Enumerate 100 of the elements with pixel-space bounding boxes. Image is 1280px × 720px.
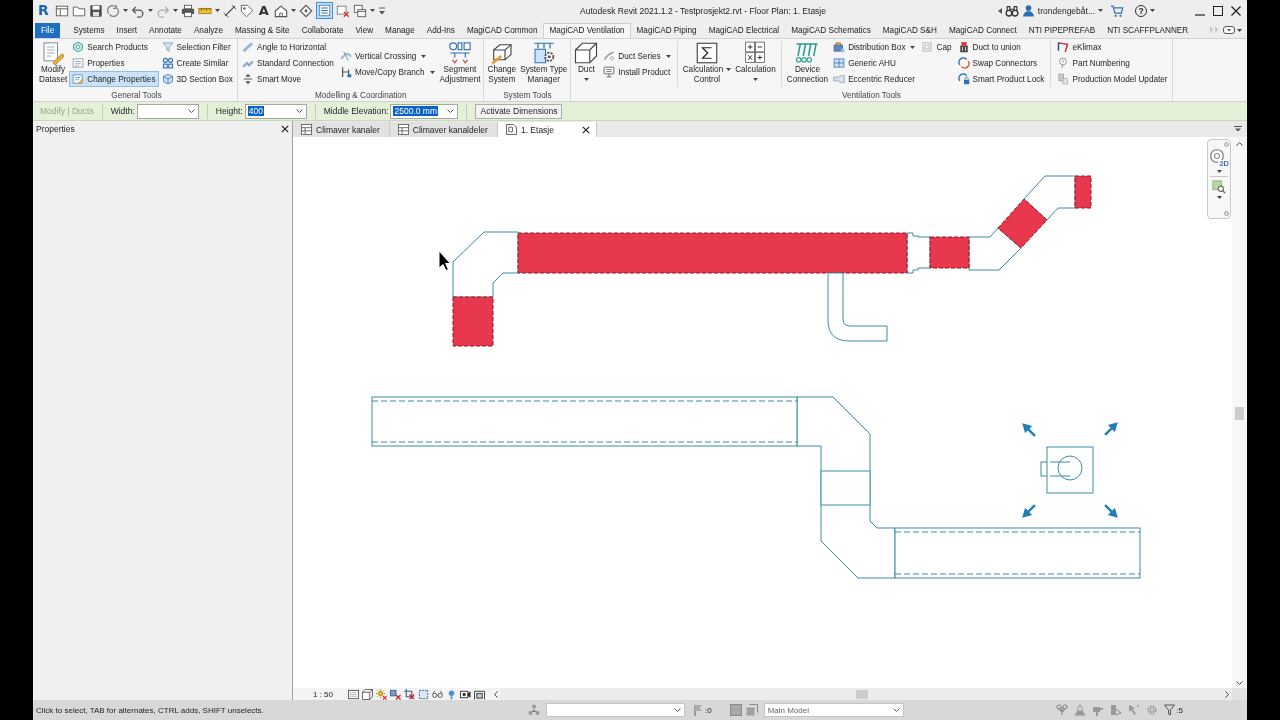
scroll-right-icon[interactable] bbox=[1225, 690, 1229, 698]
caret-icon[interactable] bbox=[1237, 29, 1242, 32]
ribbon-tab[interactable]: Analyze bbox=[187, 23, 229, 38]
user-name[interactable]: trondengebåt... bbox=[1037, 5, 1095, 16]
glasses-icon[interactable] bbox=[432, 688, 443, 700]
funnel-icon[interactable] bbox=[1164, 704, 1176, 716]
ribbon-button[interactable]: Calculation bbox=[733, 39, 778, 81]
dimension-icon[interactable] bbox=[222, 3, 237, 18]
scroll-down-icon[interactable] bbox=[1236, 681, 1243, 685]
ribbon-tab[interactable]: Collaborate bbox=[295, 23, 350, 38]
ribbon-tab[interactable]: MagiCAD Connect bbox=[942, 23, 1023, 38]
ribbon-button[interactable]: Modify Dataset bbox=[37, 39, 70, 85]
ribbon-button[interactable]: Standard Connection bbox=[238, 55, 337, 71]
ribbon-button[interactable]: eKlimax bbox=[1054, 39, 1171, 55]
ribbon-tab[interactable]: Annotate bbox=[143, 23, 188, 38]
caret-icon[interactable] bbox=[1098, 9, 1103, 12]
caret-icon[interactable] bbox=[369, 9, 375, 12]
ribbon-tab[interactable]: Manage bbox=[379, 23, 421, 38]
ribbon-button[interactable]: Vertical Crossing bbox=[336, 48, 438, 64]
ribbon-button[interactable]: Production Model Updater bbox=[1054, 71, 1171, 87]
close-icon[interactable] bbox=[1231, 5, 1241, 16]
ribbon-tab[interactable]: NTI SCAFFPLANNER bbox=[1101, 23, 1195, 38]
caret-icon[interactable] bbox=[214, 9, 220, 12]
ribbon-button[interactable]: Change System bbox=[485, 39, 519, 85]
ribbon-button[interactable]: Cap bbox=[918, 39, 955, 55]
zoom-icon[interactable] bbox=[1212, 180, 1226, 194]
panel-toggle-icon[interactable] bbox=[1223, 26, 1235, 34]
ribbon-button[interactable]: Generic AHU bbox=[830, 55, 919, 71]
model-dropdown[interactable]: Main Model bbox=[763, 703, 904, 717]
ribbon-button[interactable]: Install Product bbox=[600, 64, 674, 80]
ribbon-button[interactable]: Device Connection bbox=[784, 39, 831, 85]
ribbon-button[interactable]: Eccentric Reducer bbox=[830, 71, 919, 87]
ribbon-button[interactable]: Duct bbox=[572, 39, 601, 81]
arrow-icon[interactable] bbox=[1022, 423, 1036, 437]
scroll-up-icon[interactable] bbox=[1236, 142, 1243, 146]
ribbon-tab[interactable]: Insert bbox=[110, 23, 144, 38]
tab-menu-icon[interactable] bbox=[1234, 126, 1242, 132]
ribbon-button[interactable]: Distribution Box bbox=[830, 39, 919, 55]
document-tab[interactable]: Climaver kanaler bbox=[293, 122, 390, 137]
sun-icon[interactable] bbox=[376, 688, 387, 700]
ribbon-button[interactable]: Smart Move bbox=[238, 71, 337, 87]
text-tool-button[interactable]: A bbox=[256, 3, 271, 18]
ribbon-button[interactable]: Properties bbox=[69, 55, 159, 71]
activate-dimensions-button[interactable]: Activate Dimensions bbox=[475, 103, 563, 119]
maximize-icon[interactable] bbox=[1213, 5, 1223, 16]
ribbon-tab[interactable]: NTI PIPEPREFAB bbox=[1022, 23, 1102, 38]
house-icon[interactable] bbox=[273, 3, 288, 18]
ribbon-tab[interactable]: Massing & Site bbox=[229, 23, 296, 38]
ribbon-tab[interactable]: MagiCAD S&H bbox=[876, 23, 943, 38]
caret-icon[interactable] bbox=[1216, 196, 1222, 199]
ribbon-button[interactable]: Smart Product Lock bbox=[954, 71, 1048, 87]
ribbon-button[interactable]: Move/Copy Branch bbox=[336, 64, 438, 80]
print-icon[interactable] bbox=[180, 3, 195, 18]
caret-icon[interactable] bbox=[1216, 170, 1222, 173]
left-caret-icon[interactable] bbox=[997, 7, 1002, 14]
windows-icon[interactable] bbox=[352, 3, 367, 18]
binoculars-icon[interactable] bbox=[1004, 3, 1019, 18]
ribbon-button[interactable]: Search Products bbox=[69, 39, 159, 55]
ribbon-button[interactable]: Create Similar bbox=[158, 55, 236, 71]
save-icon[interactable] bbox=[88, 3, 103, 18]
horizontal-scrollbar[interactable] bbox=[500, 688, 1232, 700]
caret-icon[interactable] bbox=[147, 9, 153, 12]
constraints-icon[interactable] bbox=[474, 688, 485, 700]
ribbon-tab[interactable]: Systems bbox=[67, 23, 111, 38]
close-icon[interactable] bbox=[582, 125, 590, 134]
chevron-left-icon[interactable] bbox=[494, 690, 498, 698]
ribbon-button[interactable]: Segment Adjustment bbox=[437, 39, 483, 85]
document-tab[interactable]: 1. Etasje bbox=[497, 122, 597, 137]
vertical-scrollbar[interactable] bbox=[1232, 137, 1247, 688]
ribbon-button[interactable]: Change Properties bbox=[69, 71, 159, 87]
app-logo[interactable]: R bbox=[38, 3, 49, 18]
dropdown-field[interactable]: 400 bbox=[244, 103, 307, 119]
ribbon-tab[interactable]: View bbox=[349, 23, 380, 38]
ribbon-tab[interactable]: MagiCAD Common bbox=[460, 23, 544, 38]
ribbon-button[interactable]: Angle to Horizontal bbox=[238, 39, 337, 55]
crop-region-icon[interactable] bbox=[418, 688, 429, 700]
arrow-icon[interactable] bbox=[1022, 504, 1036, 518]
close-icon[interactable] bbox=[281, 125, 289, 133]
caret-icon[interactable] bbox=[1150, 9, 1155, 12]
arrow-icon[interactable] bbox=[1104, 422, 1118, 436]
close-windows-icon[interactable] bbox=[335, 3, 350, 18]
window-icon[interactable] bbox=[54, 3, 69, 18]
ribbon-button[interactable]: Part Numbering bbox=[1054, 55, 1171, 71]
scrollbar-thumb[interactable] bbox=[1235, 407, 1244, 420]
ribbon-button[interactable]: Calculation Control bbox=[680, 39, 734, 85]
ribbon-button[interactable]: Duct Series bbox=[600, 48, 674, 64]
ribbon-tab[interactable]: MagiCAD Schematics bbox=[785, 23, 877, 38]
ribbon-tab[interactable]: MagiCAD Piping bbox=[630, 23, 703, 38]
detail-level-icon[interactable] bbox=[348, 688, 359, 700]
ribbon-button[interactable]: Swap Connectors bbox=[954, 55, 1048, 71]
ribbon-tab[interactable]: Add-Ins bbox=[420, 23, 461, 38]
scrollbar-thumb[interactable] bbox=[856, 689, 868, 699]
scale-label[interactable]: 1 : 50 bbox=[313, 689, 333, 699]
ribbon-button[interactable]: 3D Section Box bbox=[158, 71, 236, 87]
dropdown-field[interactable]: 2500.0 mm bbox=[390, 103, 459, 119]
arrow-icon[interactable] bbox=[1104, 504, 1118, 518]
tag-icon[interactable] bbox=[239, 3, 254, 18]
reveal-icon[interactable] bbox=[460, 688, 471, 700]
caret-icon[interactable] bbox=[290, 9, 296, 12]
folder-icon[interactable] bbox=[71, 3, 86, 18]
